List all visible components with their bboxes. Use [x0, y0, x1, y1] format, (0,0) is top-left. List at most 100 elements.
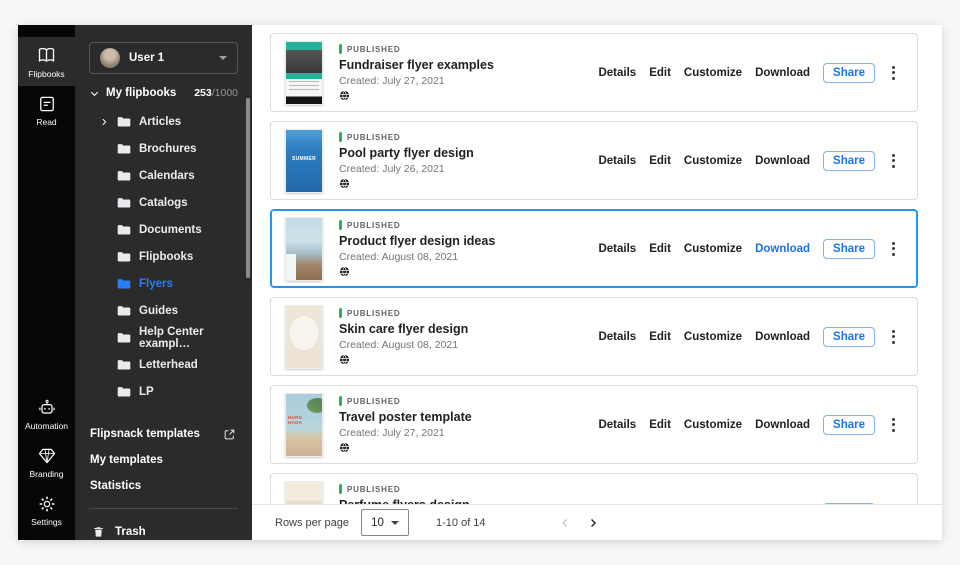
download-action[interactable]: Download [755, 155, 810, 167]
share-button[interactable]: Share [823, 63, 875, 83]
sidebar-folder-articles[interactable]: Articles [75, 108, 252, 135]
row-actions: Details Edit Customize Download Share [598, 415, 899, 435]
rail-item-read[interactable]: Read [18, 86, 75, 134]
details-action[interactable]: Details [598, 67, 636, 79]
sidebar-folder-guides[interactable]: Guides [75, 297, 252, 324]
details-action[interactable]: Details [598, 155, 636, 167]
share-button[interactable]: Share [823, 239, 875, 259]
download-action[interactable]: Download [755, 331, 810, 343]
status-line: PUBLISHED [339, 308, 468, 318]
flipbook-title: Skin care flyer design [339, 322, 468, 336]
sidebar-folder-calendars[interactable]: Calendars [75, 162, 252, 189]
chevron-down-icon [391, 521, 399, 525]
next-page-button[interactable] [586, 516, 600, 530]
kebab-menu-icon[interactable] [888, 151, 899, 171]
sidebar-folder-catalogs[interactable]: Catalogs [75, 189, 252, 216]
rail-label: Flipbooks [28, 69, 64, 79]
flipbook-row[interactable]: PUBLISHED Fundraiser flyer examples Crea… [270, 33, 918, 112]
published-indicator [339, 220, 342, 230]
edit-action[interactable]: Edit [649, 331, 671, 343]
details-action[interactable]: Details [598, 419, 636, 431]
folder-label: Flipbooks [139, 251, 193, 263]
sidebar-links: Flipsnack templates My templates Statist… [75, 421, 252, 499]
edit-action[interactable]: Edit [649, 419, 671, 431]
sidebar-item-trash[interactable]: Trash [75, 517, 252, 547]
sidebar-folder-flyers[interactable]: Flyers [75, 270, 252, 297]
rail-item-settings[interactable]: Settings [18, 486, 75, 534]
user-name: User 1 [129, 52, 164, 64]
folder-icon [117, 197, 131, 209]
sidebar-folder-lp[interactable]: LP [75, 378, 252, 405]
folder-list: Articles Brochures Calendars Catalogs Do… [75, 108, 252, 405]
edit-action[interactable]: Edit [649, 243, 671, 255]
count-used: 253 [194, 87, 212, 99]
sidebar-item-statistics[interactable]: Statistics [75, 473, 252, 499]
share-button[interactable]: Share [823, 415, 875, 435]
count-limit: /1000 [212, 87, 238, 99]
download-action[interactable]: Download [755, 243, 810, 255]
flipbook-row[interactable]: HURGHADA PUBLISHED Travel poster templat… [270, 385, 918, 464]
robot-icon [37, 398, 57, 418]
previous-page-button[interactable] [558, 516, 572, 530]
flipbook-row[interactable]: SUMMER PUBLISHED Pool party flyer design… [270, 121, 918, 200]
rail-item-automation[interactable]: Automation [18, 390, 75, 438]
kebab-menu-icon[interactable] [888, 327, 899, 347]
customize-action[interactable]: Customize [684, 419, 742, 431]
my-flipbooks-root[interactable]: My flipbooks 253/1000 [89, 87, 238, 99]
customize-action[interactable]: Customize [684, 331, 742, 343]
customize-action[interactable]: Customize [684, 155, 742, 167]
sidebar-folder-letterhead[interactable]: Letterhead [75, 351, 252, 378]
download-action[interactable]: Download [755, 419, 810, 431]
flipbook-title: Pool party flyer design [339, 146, 474, 160]
flipbook-row[interactable]: PUBLISHED Product flyer design ideas Cre… [270, 209, 918, 288]
published-indicator [339, 308, 342, 318]
edit-action[interactable]: Edit [649, 67, 671, 79]
rail-label: Settings [31, 517, 62, 527]
sidebar-folder-brochures[interactable]: Brochures [75, 135, 252, 162]
flipbook-thumbnail[interactable] [285, 217, 323, 281]
kebab-menu-icon[interactable] [888, 415, 899, 435]
kebab-menu-icon[interactable] [888, 239, 899, 259]
details-action[interactable]: Details [598, 243, 636, 255]
rows-per-page-value: 10 [371, 517, 384, 529]
folder-icon [117, 224, 131, 236]
sidebar-folder-flipbooks[interactable]: Flipbooks [75, 243, 252, 270]
kebab-menu-icon[interactable] [888, 63, 899, 83]
status-label: PUBLISHED [347, 221, 400, 230]
open-book-icon [36, 45, 57, 66]
folder-label: Flyers [139, 278, 173, 290]
flipbook-thumbnail[interactable] [285, 41, 323, 105]
rail-item-flipbooks[interactable]: Flipbooks [18, 37, 75, 86]
created-date: Created: August 08, 2021 [339, 251, 495, 264]
rail-item-branding[interactable]: Branding [18, 438, 75, 486]
chevron-down-icon [219, 56, 227, 60]
rows-per-page-select[interactable]: 10 [361, 509, 409, 536]
sidebar-item-flipsnack-templates[interactable]: Flipsnack templates [75, 421, 252, 447]
my-flipbooks-label: My flipbooks [106, 87, 176, 99]
folder-label: Guides [139, 305, 178, 317]
link-label: My templates [90, 454, 163, 466]
flipbook-thumbnail[interactable]: SUMMER [285, 129, 323, 193]
share-button[interactable]: Share [823, 327, 875, 347]
details-action[interactable]: Details [598, 331, 636, 343]
folder-label: Catalogs [139, 197, 188, 209]
link-label: Statistics [90, 480, 141, 492]
folder-icon [117, 332, 131, 344]
chevron-down-icon [89, 88, 100, 99]
status-line: PUBLISHED [339, 132, 474, 142]
sidebar-scrollbar[interactable] [246, 98, 250, 278]
edit-action[interactable]: Edit [649, 155, 671, 167]
flipbook-thumbnail[interactable] [285, 305, 323, 369]
folder-sidebar: User 1 My flipbooks 253/1000 Articles Br… [75, 25, 252, 540]
user-dropdown[interactable]: User 1 [89, 42, 238, 74]
flipbook-thumbnail[interactable]: HURGHADA [285, 393, 323, 457]
flipbook-row[interactable]: PUBLISHED Skin care flyer design Created… [270, 297, 918, 376]
sidebar-folder-help-center-exampl[interactable]: Help Center exampl… [75, 324, 252, 351]
download-action[interactable]: Download [755, 67, 810, 79]
customize-action[interactable]: Customize [684, 243, 742, 255]
sidebar-item-my-templates[interactable]: My templates [75, 447, 252, 473]
sidebar-folder-documents[interactable]: Documents [75, 216, 252, 243]
customize-action[interactable]: Customize [684, 67, 742, 79]
flipbook-title: Fundraiser flyer examples [339, 58, 494, 72]
share-button[interactable]: Share [823, 151, 875, 171]
